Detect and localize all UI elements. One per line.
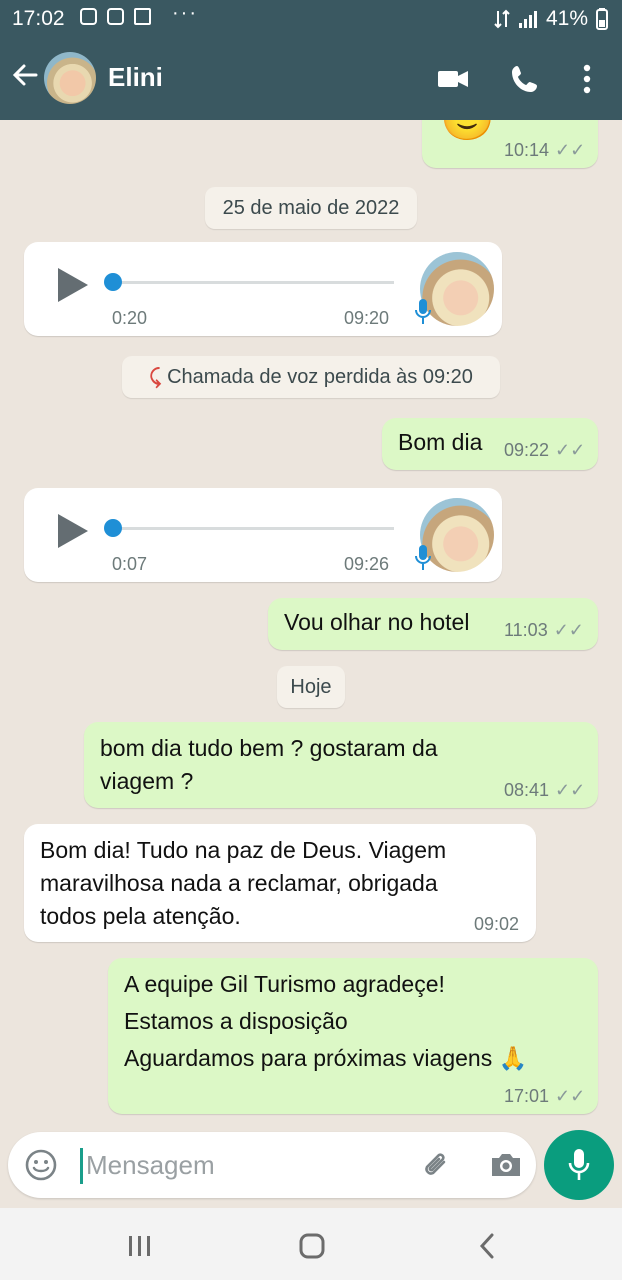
battery-icon xyxy=(596,8,608,30)
mic-icon xyxy=(568,1149,590,1180)
message-emoji: 🙂 xyxy=(440,120,495,144)
message-text: A equipe Gil Turismo agradeçe! Estamos a… xyxy=(124,971,528,1071)
nav-back-icon[interactable] xyxy=(476,1232,500,1260)
date-chip: 25 de maio de 2022 xyxy=(205,187,417,229)
missed-call-chip[interactable]: ⤹ Chamada de voz perdida às 09:20 xyxy=(122,356,500,398)
voice-duration: 0:20 xyxy=(112,308,148,328)
message-bubble-outgoing[interactable]: Bom dia 09:22 ✓✓ xyxy=(382,418,598,470)
message-bubble-incoming[interactable]: Bom dia! Tudo na paz de Deus. Viagem mar… xyxy=(24,824,536,942)
audio-scrubber[interactable] xyxy=(104,519,122,537)
contact-name[interactable]: Elini xyxy=(108,62,163,93)
mic-icon xyxy=(415,545,431,570)
voice-time: 09:20 xyxy=(344,308,390,328)
home-icon[interactable] xyxy=(298,1232,328,1260)
battery-percent: 41% xyxy=(545,7,588,30)
notification-icons xyxy=(80,8,151,25)
play-icon[interactable] xyxy=(58,268,88,302)
audio-scrubber[interactable] xyxy=(104,273,122,291)
text-cursor xyxy=(80,1148,83,1184)
message-time: 08:41 xyxy=(504,780,550,800)
voice-message[interactable]: 0:20 09:20 xyxy=(24,242,502,336)
mic-icon xyxy=(415,299,431,324)
attach-icon[interactable] xyxy=(420,1148,454,1182)
message-time: 10:14 xyxy=(504,140,550,160)
audio-track[interactable] xyxy=(112,281,394,284)
read-receipt-icon: ✓✓ xyxy=(555,440,586,460)
message-text: Vou olhar no hotel xyxy=(284,609,470,635)
more-notifications-icon: ··· xyxy=(172,2,198,24)
message-time: 17:01 xyxy=(504,1086,550,1106)
read-receipt-icon: ✓✓ xyxy=(555,780,586,800)
date-chip-label: 25 de maio de 2022 xyxy=(222,197,400,219)
video-call-icon[interactable] xyxy=(436,62,470,96)
emoji-icon[interactable] xyxy=(24,1148,58,1182)
camera-icon[interactable] xyxy=(488,1148,524,1182)
message-meta: 11:03 ✓✓ xyxy=(504,620,584,641)
envelope-icon xyxy=(134,8,151,25)
voice-message[interactable]: 0:07 09:26 xyxy=(24,488,502,582)
message-bubble-outgoing[interactable]: A equipe Gil Turismo agradeçe! Estamos a… xyxy=(108,958,598,1114)
contact-avatar[interactable] xyxy=(44,52,96,104)
message-text: Bom dia xyxy=(398,429,483,455)
mail-app-icon xyxy=(107,8,124,25)
more-vert-icon[interactable] xyxy=(572,62,602,96)
message-meta: 09:22 ✓✓ xyxy=(504,440,585,461)
read-receipt-icon: ✓✓ xyxy=(555,1086,586,1106)
recent-apps-icon[interactable] xyxy=(126,1234,154,1258)
message-text: bom dia tudo bem ? gostaram da viagem ? xyxy=(100,735,438,794)
message-meta: 17:01 ✓✓ xyxy=(504,1086,585,1107)
status-bar: 17:02 ··· 41% xyxy=(0,0,622,38)
missed-call-label: Chamada de voz perdida às 09:20 xyxy=(167,366,473,388)
date-chip-label: Hoje xyxy=(290,676,332,698)
message-bubble-outgoing[interactable]: Vou olhar no hotel 11:03 ✓✓ xyxy=(268,598,598,650)
message-text: Bom dia! Tudo na paz de Deus. Viagem mar… xyxy=(40,837,447,929)
missed-call-icon: ⤹ xyxy=(149,366,162,388)
voice-time: 09:26 xyxy=(344,554,390,574)
chat-header: Elini xyxy=(0,38,622,120)
message-time: 09:02 xyxy=(474,914,520,934)
chat-area[interactable]: 🙂 10:14 ✓✓ 25 de maio de 2022 0:20 09:20… xyxy=(0,120,622,1130)
back-arrow-icon[interactable] xyxy=(10,60,40,90)
message-composer[interactable]: Mensagem xyxy=(8,1132,536,1198)
phone-icon[interactable] xyxy=(508,62,542,96)
message-bubble-outgoing[interactable]: bom dia tudo bem ? gostaram da viagem ? … xyxy=(84,722,598,808)
instagram-icon xyxy=(80,8,97,25)
read-receipt-icon: ✓✓ xyxy=(555,140,586,160)
play-icon[interactable] xyxy=(58,514,88,548)
message-time: 09:22 xyxy=(504,440,550,460)
status-right: 41% xyxy=(494,7,608,31)
date-chip: Hoje xyxy=(277,666,345,708)
read-receipt-icon: ✓✓ xyxy=(553,620,584,640)
message-meta: 10:14 ✓✓ xyxy=(504,140,585,161)
message-input[interactable]: Mensagem xyxy=(86,1150,215,1181)
audio-track[interactable] xyxy=(112,527,394,530)
message-meta: 08:41 ✓✓ xyxy=(504,780,585,801)
message-bubble-emoji[interactable]: 🙂 10:14 ✓✓ xyxy=(422,120,598,168)
signal-bars-icon xyxy=(518,11,537,28)
message-time: 11:03 xyxy=(504,620,548,640)
voice-duration: 0:07 xyxy=(112,554,148,574)
data-signal-icon xyxy=(494,9,510,29)
system-nav-bar xyxy=(0,1208,622,1280)
voice-record-button[interactable] xyxy=(544,1130,614,1200)
status-time: 17:02 xyxy=(12,7,65,30)
